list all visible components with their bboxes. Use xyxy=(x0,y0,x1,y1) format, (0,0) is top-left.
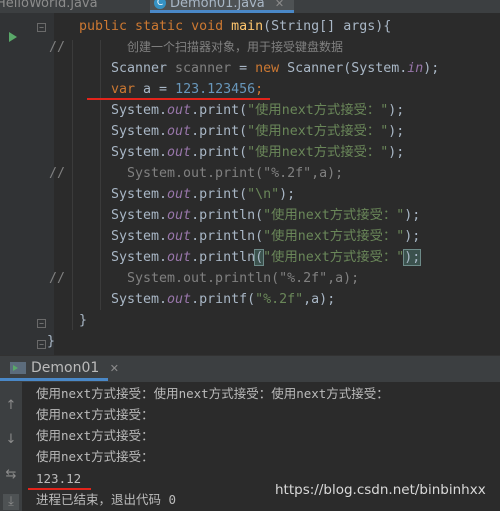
code-line-7: System.out.print("使用next方式接受："); xyxy=(111,145,405,160)
active-run-tab-indicator xyxy=(0,378,108,381)
close-tab-icon[interactable]: ✕ xyxy=(275,0,284,10)
soft-wrap-icon[interactable]: ⇆ xyxy=(3,467,19,483)
indent-guide xyxy=(100,40,101,310)
code-line-3: Scanner scanner = new Scanner(System.in)… xyxy=(111,61,440,76)
code-line-2: 创建一个扫描器对象，用于接受键盘数据 xyxy=(127,40,344,54)
code-line-13: System.out.println("%.2f",a); xyxy=(127,271,360,286)
code-line-9: System.out.print("\n"); xyxy=(111,187,296,202)
code-line-16: } xyxy=(47,334,56,349)
editor-gutter: − − − xyxy=(0,13,54,355)
code-line-15: } xyxy=(79,313,88,328)
code-line-4: var a = 123.123456; xyxy=(111,82,264,97)
console-line: 使用next方式接受： xyxy=(36,428,154,443)
tab-demon01[interactable]: C Demon01.java ✕ xyxy=(150,0,295,13)
run-gutter-icon[interactable] xyxy=(9,32,17,42)
code-line-6: System.out.print("使用next方式接受："); xyxy=(111,124,405,139)
java-class-icon: C xyxy=(154,0,166,9)
code-line-8: System.out.print("%.2f",a); xyxy=(127,166,344,181)
editor-tab-bar: HelloWorld.java C Demon01.java ✕ xyxy=(0,0,500,13)
code-line-5: System.out.print("使用next方式接受："); xyxy=(111,103,405,118)
comment-marker: // xyxy=(49,271,66,286)
comment-marker: // xyxy=(49,166,66,181)
run-side-toolbar: ↑ ↓ ⇆ ⤓ xyxy=(0,382,22,511)
console-exit-line: 进程已结束，退出代码 0 xyxy=(36,492,177,507)
run-config-icon xyxy=(10,362,26,374)
tab-helloworld[interactable]: HelloWorld.java xyxy=(0,0,98,13)
code-line-14: System.out.printf("%.2f",a); xyxy=(111,292,336,307)
scroll-down-icon[interactable]: ↓ xyxy=(3,432,19,448)
scroll-to-end-icon[interactable]: ⤓ xyxy=(3,494,19,510)
fold-icon[interactable]: − xyxy=(37,340,46,349)
run-tool-window-header: Demon01 ✕ xyxy=(0,355,500,382)
code-line-11: System.out.println("使用next方式接受："); xyxy=(111,229,421,244)
close-run-tab-icon[interactable]: ✕ xyxy=(110,362,119,375)
code-line-10: System.out.println("使用next方式接受："); xyxy=(111,208,421,223)
watermark: https://blog.csdn.net/binbinhxx xyxy=(275,482,486,498)
console-line: 使用next方式接受：使用next方式接受：使用next方式接受： xyxy=(36,386,389,401)
fold-icon[interactable]: − xyxy=(37,23,46,32)
run-tab-demon01[interactable]: Demon01 ✕ xyxy=(10,358,119,378)
scroll-up-icon[interactable]: ↑ xyxy=(3,398,19,414)
console-line: 123.12 xyxy=(36,471,82,486)
console-line: 使用next方式接受： xyxy=(36,407,154,422)
code-line-12: System.out.println("使用next方式接受："); xyxy=(111,249,422,266)
code-line-1: public static void main(String[] args){ xyxy=(79,19,392,34)
tab-demon01-label: Demon01.java xyxy=(170,0,265,11)
indent-guide xyxy=(72,40,73,330)
comment-marker: // xyxy=(49,40,66,55)
fold-icon[interactable]: − xyxy=(37,319,46,328)
console-line: 使用next方式接受： xyxy=(36,449,154,464)
